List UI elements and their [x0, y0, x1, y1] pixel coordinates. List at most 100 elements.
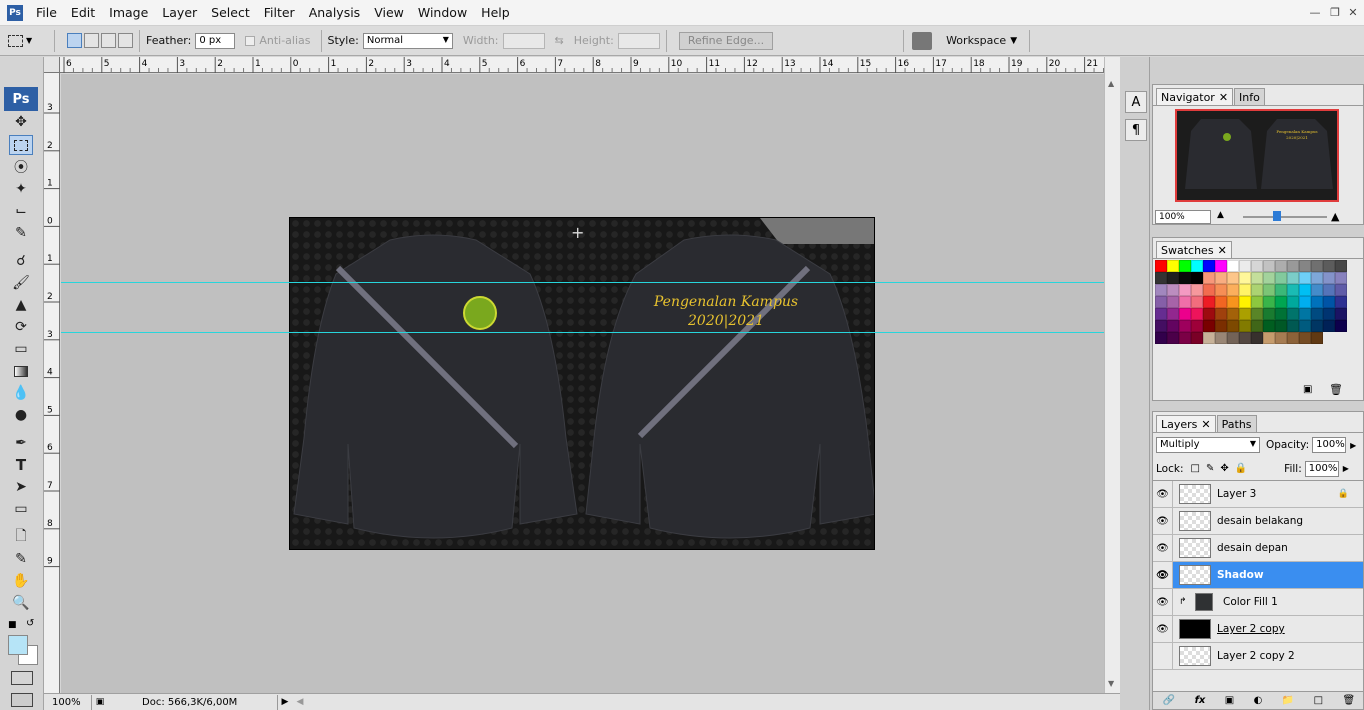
hscroll-left-icon[interactable]: ◀: [292, 697, 308, 707]
menu-select[interactable]: Select: [204, 5, 257, 20]
link-layers-icon[interactable]: 🔗: [1163, 695, 1175, 706]
color-swatch[interactable]: [1311, 272, 1323, 284]
quick-mask-icon[interactable]: [11, 671, 33, 685]
minimize-icon[interactable]: —: [1306, 4, 1324, 20]
color-swatch[interactable]: [1275, 272, 1287, 284]
color-swatch[interactable]: [1155, 320, 1167, 332]
color-swatch[interactable]: [1167, 284, 1179, 296]
foreground-color-swatch[interactable]: [8, 635, 28, 655]
color-swatch[interactable]: [1287, 260, 1299, 272]
menu-analysis[interactable]: Analysis: [302, 5, 368, 20]
new-swatch-icon[interactable]: ▣: [1303, 384, 1312, 395]
lock-pixels-icon[interactable]: ✎: [1206, 463, 1214, 474]
document-canvas[interactable]: Pengenalan Kampus 2020|2021 +: [61, 74, 1104, 693]
color-swatch[interactable]: [1167, 272, 1179, 284]
new-group-icon[interactable]: 📁: [1282, 695, 1294, 706]
lock-all-icon[interactable]: 🔒: [1235, 463, 1247, 474]
guide-line-bottom[interactable]: [61, 332, 1104, 333]
layer-row[interactable]: 👁 Layer 3 🔒: [1153, 481, 1363, 508]
blur-tool-icon[interactable]: 💧: [9, 383, 33, 403]
color-swatch[interactable]: [1239, 296, 1251, 308]
height-input[interactable]: [617, 32, 660, 49]
character-panel-icon[interactable]: A: [1125, 91, 1147, 113]
zoom-level-field[interactable]: 100%: [44, 694, 92, 710]
layer-row[interactable]: 👁 Layer 2 copy: [1153, 616, 1363, 643]
color-swatch[interactable]: [1227, 296, 1239, 308]
color-swatch[interactable]: [1155, 296, 1167, 308]
color-swatch[interactable]: [1275, 284, 1287, 296]
color-swatch[interactable]: [1215, 296, 1227, 308]
layer-style-icon[interactable]: fx: [1195, 695, 1206, 706]
clone-stamp-icon[interactable]: ▲: [9, 295, 33, 315]
screen-mode-icon[interactable]: [11, 693, 33, 707]
color-swatch[interactable]: [1251, 296, 1263, 308]
tab-paths[interactable]: Paths: [1216, 415, 1257, 432]
hand-tool-icon[interactable]: ✋: [9, 571, 33, 591]
lasso-tool-icon[interactable]: ⦿: [9, 157, 33, 177]
color-swatch[interactable]: [1167, 332, 1179, 344]
marquee-tool-icon[interactable]: [9, 135, 33, 155]
color-swatch[interactable]: [1227, 284, 1239, 296]
close-icon[interactable]: ✕: [1218, 244, 1227, 257]
visibility-eye-icon[interactable]: 👁: [1153, 535, 1173, 561]
tab-layers[interactable]: Layers ✕: [1156, 415, 1216, 432]
color-swatch[interactable]: [1311, 320, 1323, 332]
color-swatch[interactable]: [1191, 260, 1203, 272]
color-swatch[interactable]: [1203, 296, 1215, 308]
status-menu-icon[interactable]: ▶: [278, 697, 292, 707]
feather-input[interactable]: 0 px: [195, 32, 236, 49]
color-swatch[interactable]: [1263, 284, 1275, 296]
color-swatch[interactable]: [1203, 332, 1215, 344]
menu-help[interactable]: Help: [474, 5, 517, 20]
scroll-up-icon[interactable]: ▲: [1108, 79, 1114, 88]
color-swatch[interactable]: [1227, 260, 1239, 272]
color-swatch[interactable]: [1335, 296, 1347, 308]
color-swatch[interactable]: [1251, 284, 1263, 296]
color-swatch[interactable]: [1335, 272, 1347, 284]
swap-icon[interactable]: ⇆: [555, 34, 564, 47]
magic-wand-icon[interactable]: ✦: [9, 179, 33, 199]
color-swatch[interactable]: [1227, 320, 1239, 332]
color-swatch[interactable]: [1299, 320, 1311, 332]
color-swatch[interactable]: [1323, 272, 1335, 284]
navigator-zoom-input[interactable]: 100%: [1155, 210, 1211, 224]
color-swatch[interactable]: [1335, 260, 1347, 272]
visibility-eye-icon[interactable]: 👁: [1153, 589, 1173, 615]
default-colors-icon[interactable]: ■: [8, 620, 17, 630]
color-swatch[interactable]: [1251, 320, 1263, 332]
menu-filter[interactable]: Filter: [257, 5, 302, 20]
color-swatch[interactable]: [1155, 332, 1167, 344]
color-swatch[interactable]: [1215, 308, 1227, 320]
paragraph-panel-icon[interactable]: ¶: [1125, 119, 1147, 141]
layer-mask-icon[interactable]: ▣: [1225, 695, 1234, 706]
color-swatch[interactable]: [1191, 284, 1203, 296]
tab-info[interactable]: Info: [1234, 88, 1265, 105]
color-swatch[interactable]: [1275, 320, 1287, 332]
refine-edge-button[interactable]: Refine Edge...: [678, 31, 774, 50]
history-brush-icon[interactable]: ⟳: [9, 317, 33, 337]
layer-row[interactable]: 👁 desain depan: [1153, 535, 1363, 562]
bridge-icon[interactable]: [912, 31, 933, 50]
menu-view[interactable]: View: [367, 5, 411, 20]
visibility-eye-icon[interactable]: 👁: [1153, 508, 1173, 534]
opacity-arrow-icon[interactable]: ▶: [1350, 441, 1356, 450]
color-swatch[interactable]: [1215, 332, 1227, 344]
color-swatch[interactable]: [1179, 272, 1191, 284]
layer-row[interactable]: 👁 ↱ Color Fill 1: [1153, 589, 1363, 616]
color-swatch[interactable]: [1251, 308, 1263, 320]
color-swatch[interactable]: [1311, 308, 1323, 320]
color-swatch[interactable]: [1275, 296, 1287, 308]
color-swatch[interactable]: [1155, 272, 1167, 284]
color-swatch[interactable]: [1263, 308, 1275, 320]
close-icon[interactable]: ✕: [1344, 4, 1362, 20]
color-swatch[interactable]: [1263, 320, 1275, 332]
color-swatch[interactable]: [1311, 260, 1323, 272]
visibility-eye-icon[interactable]: 👁: [1153, 616, 1173, 642]
slice-tool-icon[interactable]: ✎: [9, 223, 33, 243]
layer-row[interactable]: 👁 desain belakang: [1153, 508, 1363, 535]
opacity-input[interactable]: 100%: [1312, 437, 1347, 453]
color-swatch[interactable]: [1287, 272, 1299, 284]
close-icon[interactable]: ✕: [1201, 418, 1210, 431]
color-swatch[interactable]: [1239, 272, 1251, 284]
width-input[interactable]: [502, 32, 545, 49]
